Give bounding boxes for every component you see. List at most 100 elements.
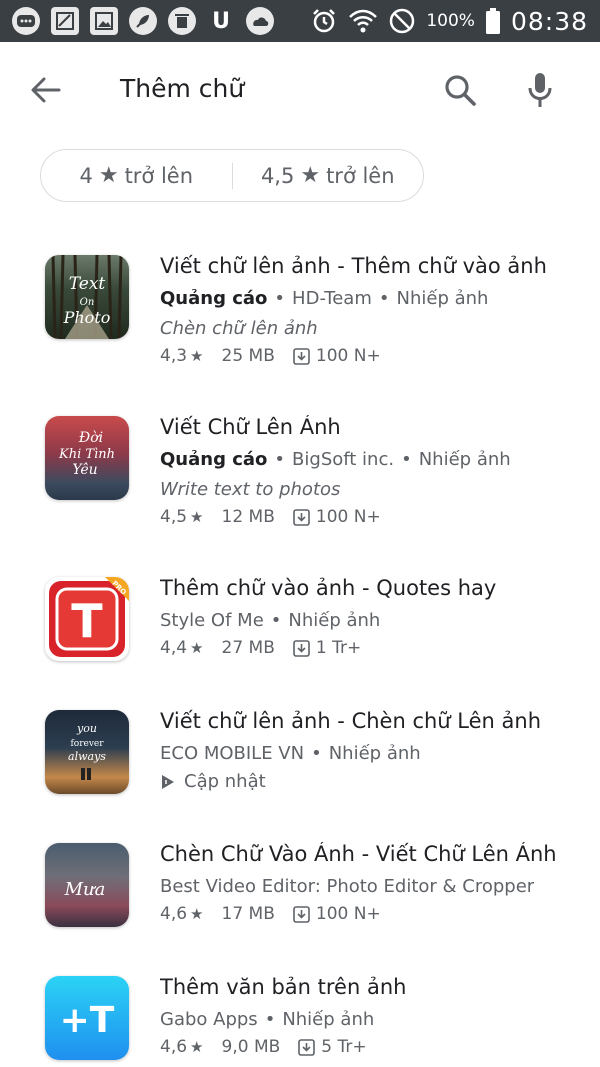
app-list-item[interactable]: T PRO Thêm chữ vào ảnh - Quotes hay Styl… <box>0 562 600 692</box>
app-downloads: 100 N+ <box>315 904 381 924</box>
icon-text-line: Khi Tình <box>58 447 115 462</box>
download-icon <box>298 1038 316 1056</box>
alarm-icon <box>313 9 336 33</box>
update-icon <box>162 774 174 789</box>
app-rating: 4,5 <box>160 507 188 527</box>
app-stats: 4,4 ★ 27 MB 1 Tr+ <box>160 638 361 658</box>
app-list-item[interactable]: you forever always Viết chữ lên ảnh - Ch… <box>0 695 600 825</box>
app-meta: Gabo Apps • Nhiếp ảnh <box>160 1009 375 1030</box>
app-list-item[interactable]: Text On Photo Viết chữ lên ảnh - Thêm ch… <box>0 240 600 370</box>
app-size: 9,0 MB <box>221 1037 281 1057</box>
search-icon <box>445 75 476 106</box>
app-icon: you forever always <box>45 710 129 794</box>
filter-value: 4 <box>79 163 93 188</box>
app-stats: 4,3 ★ 25 MB 100 N+ <box>160 346 381 366</box>
app-category: Nhiếp ảnh <box>418 449 511 470</box>
app-downloads: 1 Tr+ <box>315 638 362 658</box>
icon-text-line: On <box>80 297 95 308</box>
star-icon: ★ <box>190 905 204 923</box>
ad-label: Quảng cáo <box>160 288 268 309</box>
app-developer: HD-Team <box>292 288 372 309</box>
app-size: 27 MB <box>221 638 275 658</box>
do-not-disturb-icon <box>390 8 415 34</box>
app-title: Viết chữ lên ảnh - Chèn chữ Lên ảnh <box>160 709 542 733</box>
icon-text-line: Yêu <box>72 462 97 478</box>
app-rating: 4,4 <box>160 638 188 658</box>
app-stats: 4,5 ★ 12 MB 100 N+ <box>160 507 381 527</box>
app-meta: Style Of Me • Nhiếp ảnh <box>160 610 381 631</box>
icon-text-line: Photo <box>63 308 111 327</box>
search-header: Thêm chữ <box>0 42 600 134</box>
app-category: Nhiếp ảnh <box>282 1009 375 1030</box>
search-button[interactable] <box>440 70 480 110</box>
download-icon <box>293 639 310 657</box>
app-list-item[interactable]: Mưa Chèn Chữ Vào Ảnh - Viết Chữ Lên Ảnh … <box>0 828 600 958</box>
app-title: Viết Chữ Lên Ảnh <box>160 415 341 439</box>
app-size: 25 MB <box>221 346 275 366</box>
trash-icon <box>168 7 196 35</box>
app-stats: 4,6 ★ 9,0 MB 5 Tr+ <box>160 1037 367 1057</box>
icon-text-line: T <box>71 594 103 648</box>
app-developer: Best Video Editor: Photo Editor & Croppe… <box>160 876 535 897</box>
app-list-item[interactable]: Đời Khi Tình Yêu Viết Chữ Lên Ảnh Quảng … <box>0 401 600 531</box>
app-title: Thêm văn bản trên ảnh <box>160 975 407 999</box>
app-rating: 4,6 <box>160 1037 188 1057</box>
update-status: Cập nhật <box>160 771 266 792</box>
app-developer: ECO MOBILE VN <box>160 743 305 764</box>
app-title: Chèn Chữ Vào Ảnh - Viết Chữ Lên Ảnh <box>160 842 557 866</box>
app-rating: 4,6 <box>160 904 188 924</box>
mic-icon <box>528 73 552 107</box>
app-size: 12 MB <box>221 507 275 527</box>
download-icon <box>293 905 310 923</box>
system-icons: 100% 08:38 <box>310 7 588 36</box>
cloud-drive-icon <box>246 7 274 35</box>
app-size: 17 MB <box>221 904 275 924</box>
back-button[interactable] <box>28 72 64 108</box>
star-icon: ★ <box>190 508 204 526</box>
filter-value: 4,5 <box>260 163 295 188</box>
battery-percent: 100% <box>426 11 475 31</box>
app-category: Nhiếp ảnh <box>288 610 381 631</box>
voice-search-button[interactable] <box>520 70 560 110</box>
app-meta: Quảng cáo • HD-Team • Nhiếp ảnh <box>160 288 489 309</box>
filter-4-5-stars[interactable]: 4,5 ★ trở lên <box>233 150 424 201</box>
filter-suffix: trở lên <box>124 163 194 188</box>
arrow-back-icon <box>31 77 61 103</box>
app-developer: BigSoft inc. <box>292 449 395 470</box>
app-category: Nhiếp ảnh <box>328 743 421 764</box>
app-stats: 4,6 ★ 17 MB 100 N+ <box>160 904 381 924</box>
app-description: Chèn chữ lên ảnh <box>160 318 318 339</box>
wifi-icon <box>349 9 378 33</box>
download-icon <box>293 347 310 365</box>
app-category: Nhiếp ảnh <box>396 288 489 309</box>
ad-label: Quảng cáo <box>160 449 268 470</box>
notification-icons: U <box>12 7 274 35</box>
download-icon <box>293 508 310 526</box>
app-downloads: 100 N+ <box>315 507 381 527</box>
battery-icon <box>485 8 500 34</box>
app-icon: T PRO <box>45 577 129 661</box>
app-list-item[interactable]: +T Thêm văn bản trên ảnh Gabo Apps • Nhiếp… <box>0 961 600 1067</box>
app-icon: Mưa <box>45 843 129 927</box>
app-developer: Style Of Me <box>160 610 264 631</box>
star-icon: ★ <box>300 163 321 188</box>
icon-text-line: +T <box>60 1000 115 1041</box>
star-icon: ★ <box>98 163 119 188</box>
app-developer: Gabo Apps <box>160 1009 258 1030</box>
app-icon: Text On Photo <box>45 255 129 339</box>
icon-text-line: Mưa <box>64 879 106 900</box>
app-icon: +T <box>45 976 129 1060</box>
app-meta: Quảng cáo • BigSoft inc. • Nhiếp ảnh <box>160 449 511 470</box>
app-icon: Đời Khi Tình Yêu <box>45 416 129 500</box>
app-description: Write text to photos <box>160 479 341 500</box>
star-icon: ★ <box>190 639 204 657</box>
app-rating: 4,3 <box>160 346 188 366</box>
gallery-icon <box>90 7 118 35</box>
app-meta: Best Video Editor: Photo Editor & Croppe… <box>160 876 534 897</box>
icon-text-line: forever <box>70 739 104 749</box>
image-edit-icon <box>51 7 79 35</box>
message-icon <box>12 7 40 35</box>
filter-4-stars[interactable]: 4 ★ trở lên <box>41 150 232 201</box>
update-label: Cập nhật <box>184 771 266 792</box>
search-query[interactable]: Thêm chữ <box>120 74 244 103</box>
